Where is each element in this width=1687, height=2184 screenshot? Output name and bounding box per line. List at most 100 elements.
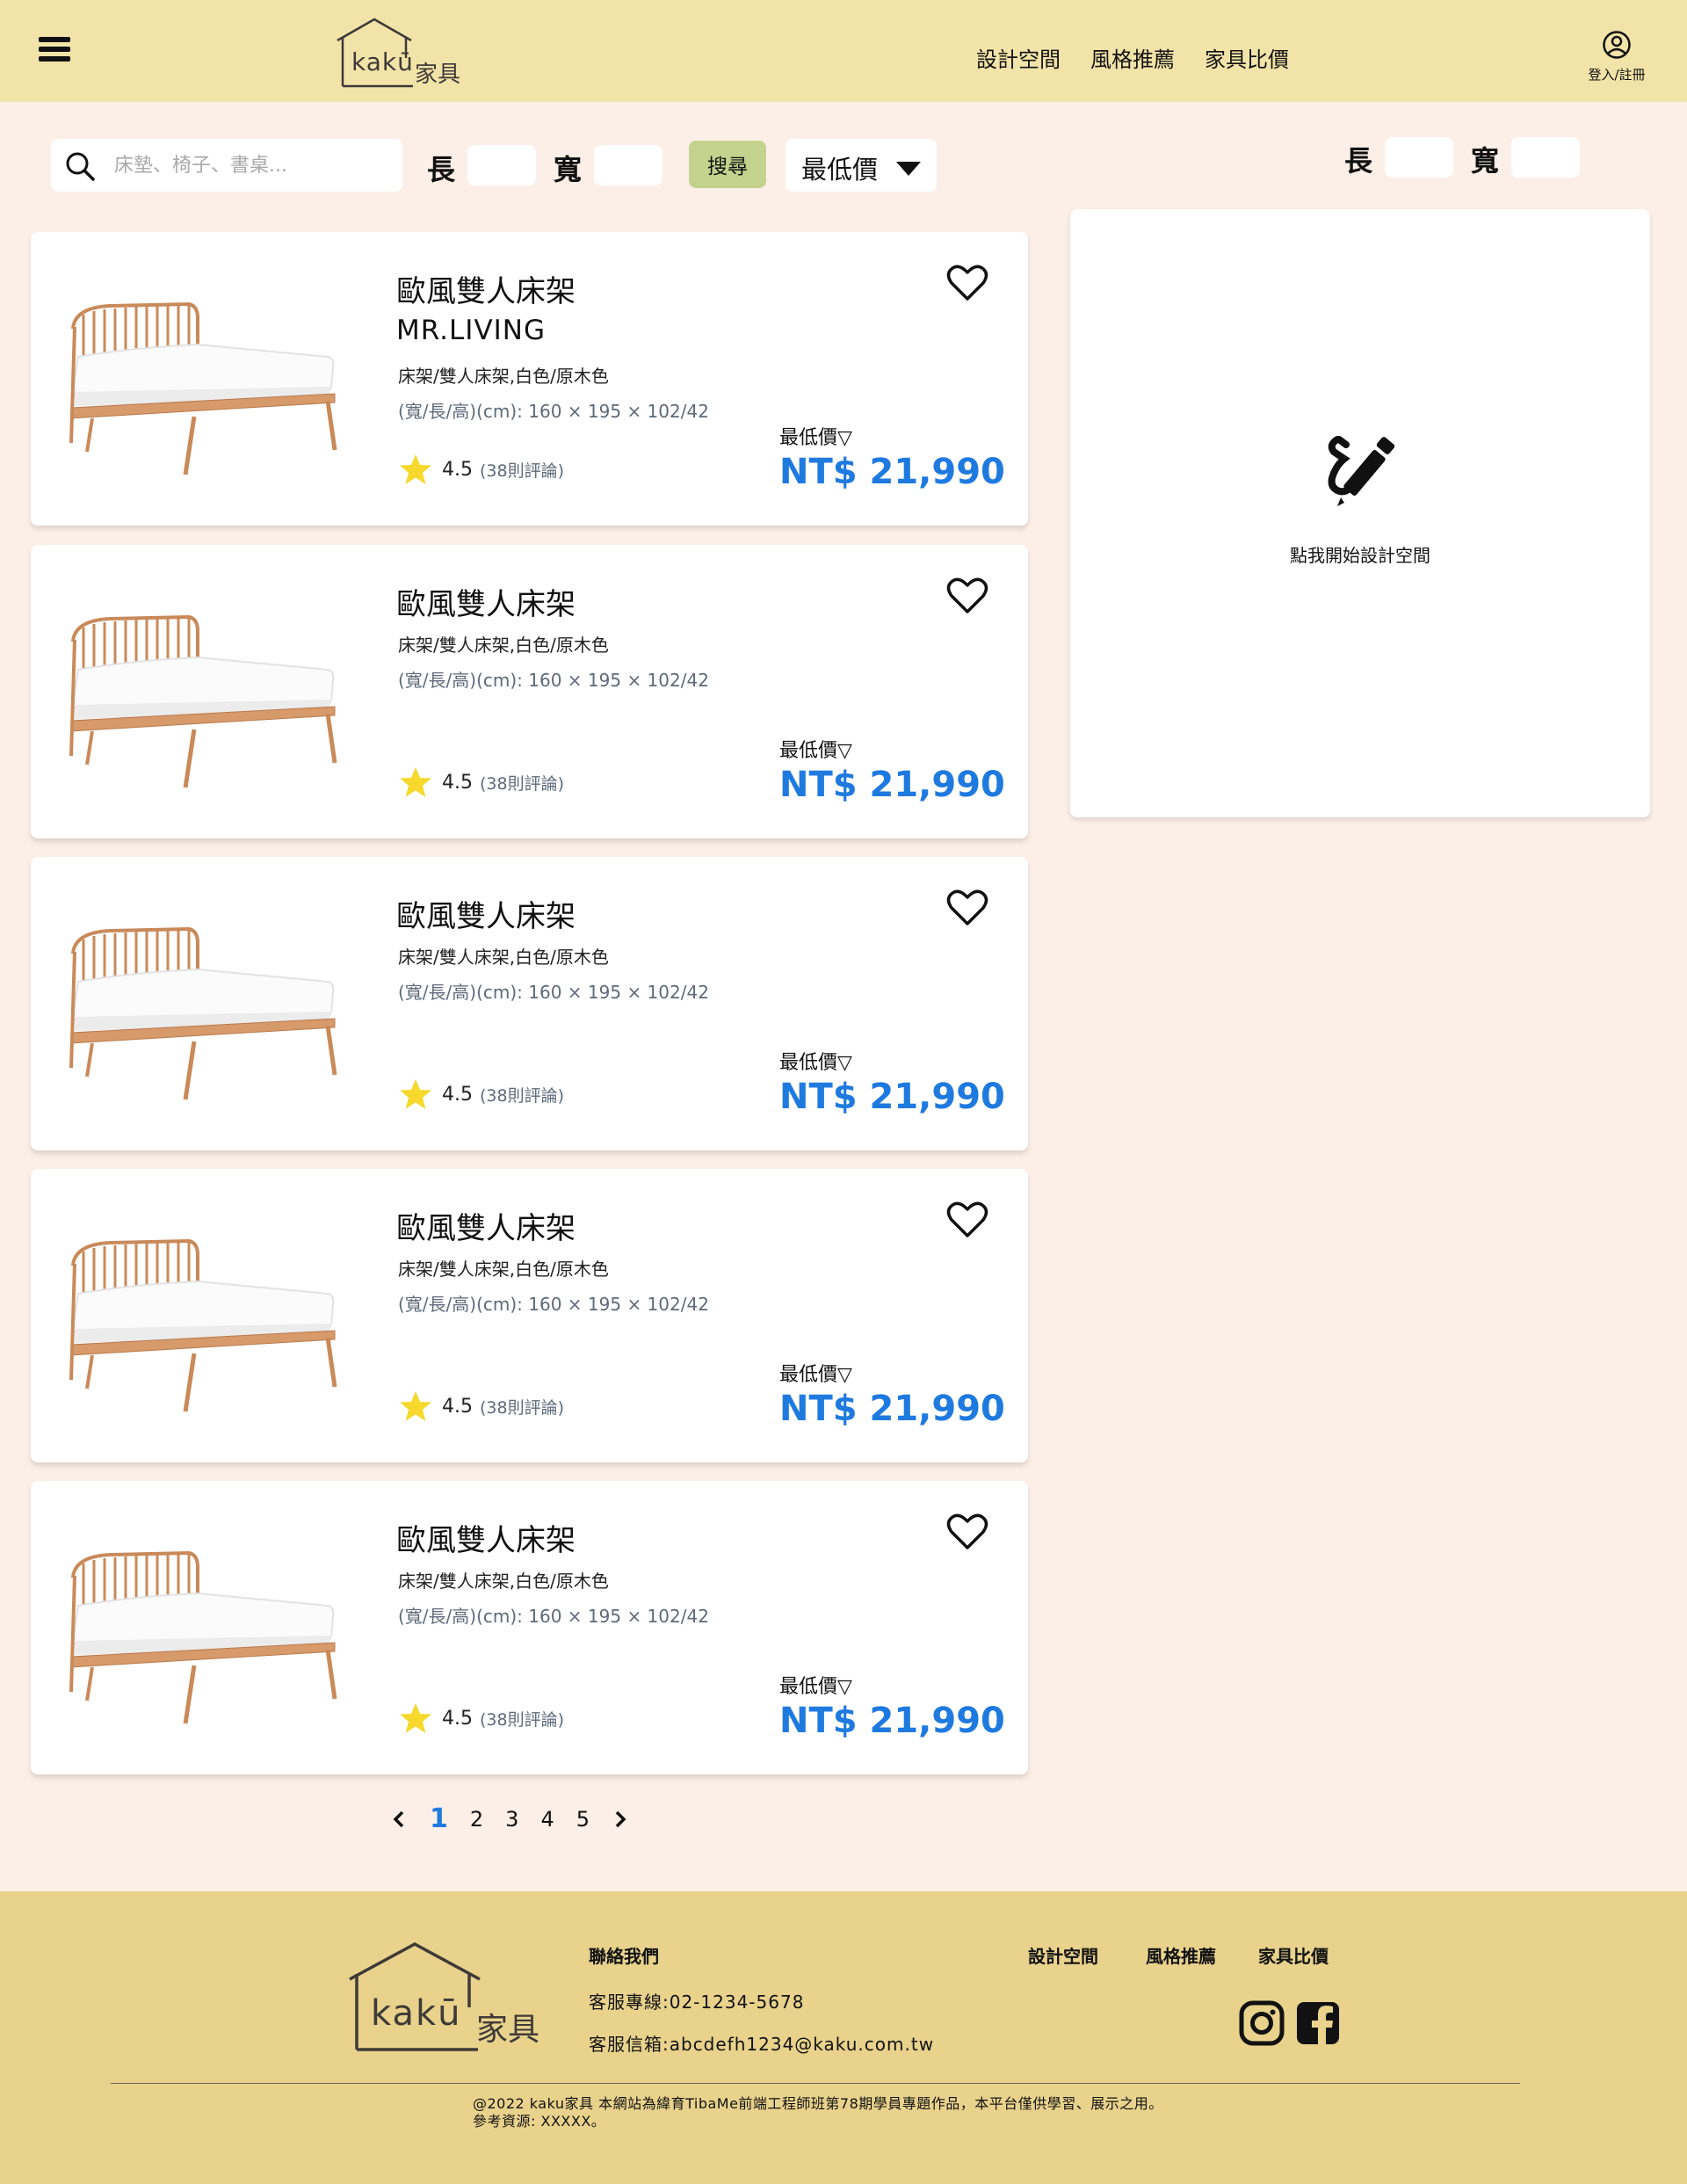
pencil-draw-icon xyxy=(1328,436,1395,506)
caret-down-icon xyxy=(896,162,921,176)
contact-phone: 客服專線:02-1234-5678 xyxy=(589,1992,805,2013)
heart-icon[interactable] xyxy=(946,577,988,615)
footer-nav-design-space[interactable]: 設計空間 xyxy=(1028,1942,1098,1968)
page-5[interactable]: 5 xyxy=(576,1807,590,1832)
search-input[interactable] xyxy=(114,149,387,181)
search-button[interactable]: 搜尋 xyxy=(689,141,766,188)
right-width-input[interactable] xyxy=(1511,137,1580,178)
design-space-panel[interactable]: 點我開始設計空間 xyxy=(1070,209,1650,817)
nav-price-compare[interactable]: 家具比價 xyxy=(1205,42,1289,73)
star-icon xyxy=(400,1703,431,1733)
sort-label: 最低價 xyxy=(801,155,879,185)
product-card[interactable]: 歐風雙人床架 床架/雙人床架,白色/原木色 (寬/長/高)(cm): 160 ×… xyxy=(31,1169,1028,1462)
product-dimensions: (寬/長/高)(cm): 160 × 195 × 102/42 xyxy=(398,1294,709,1315)
site-logo[interactable]: kakū 家具 xyxy=(332,18,464,90)
star-icon xyxy=(400,1079,431,1109)
product-brand: MR.LIVING xyxy=(396,315,547,346)
user-icon xyxy=(1603,31,1631,59)
product-category: 床架/雙人床架,白色/原木色 xyxy=(398,1259,609,1280)
product-dimensions: (寬/長/高)(cm): 160 × 195 × 102/42 xyxy=(398,1606,709,1627)
bed-image xyxy=(69,927,337,1100)
price-label: 最低價▽ xyxy=(779,740,852,762)
heart-icon[interactable] xyxy=(946,264,988,302)
page-2[interactable]: 2 xyxy=(470,1807,483,1832)
right-width-label: 寬 xyxy=(1471,144,1500,178)
logo-subtext: 家具 xyxy=(415,62,461,88)
product-category: 床架/雙人床架,白色/原木色 xyxy=(398,1571,609,1592)
nav-design-space[interactable]: 設計空間 xyxy=(976,42,1061,73)
review-count[interactable]: (38則評論) xyxy=(480,1395,564,1419)
product-price: NT$ 21,990 xyxy=(779,1389,1005,1429)
copyright-line-1: @2022 kaku家具 本網站為緯育TibaMe前端工程師班第78期學員專題作… xyxy=(473,2095,1163,2112)
product-category: 床架/雙人床架,白色/原木色 xyxy=(398,366,609,387)
review-count[interactable]: (38則評論) xyxy=(480,1083,564,1107)
product-card[interactable]: 歐風雙人床架 床架/雙人床架,白色/原木色 (寬/長/高)(cm): 160 ×… xyxy=(31,857,1028,1150)
length-input[interactable] xyxy=(467,145,536,185)
price-label: 最低價▽ xyxy=(779,1364,852,1386)
sort-select[interactable]: 最低價 xyxy=(786,139,937,192)
search-icon[interactable] xyxy=(63,149,97,183)
design-start-text: 點我開始設計空間 xyxy=(1290,545,1430,566)
review-count[interactable]: (38則評論) xyxy=(480,458,564,482)
logo-text: kakū xyxy=(351,47,414,76)
bed-image xyxy=(69,302,337,475)
product-name[interactable]: 歐風雙人床架 xyxy=(396,1204,576,1247)
rating-score: 4.5 xyxy=(442,1395,473,1418)
review-count[interactable]: (38則評論) xyxy=(480,1707,564,1731)
product-price: NT$ 21,990 xyxy=(779,452,1005,492)
product-card[interactable]: 歐風雙人床架 床架/雙人床架,白色/原木色 (寬/長/高)(cm): 160 ×… xyxy=(31,1481,1028,1774)
product-name[interactable]: 歐風雙人床架 xyxy=(396,580,576,623)
footer-nav-style-recommend[interactable]: 風格推薦 xyxy=(1146,1942,1216,1968)
bed-image xyxy=(69,1239,337,1412)
product-name[interactable]: 歐風雙人床架 xyxy=(396,267,576,310)
product-rating: 4.5 (38則評論) xyxy=(398,1389,564,1424)
menu-icon[interactable] xyxy=(39,37,70,67)
copyright: @2022 kaku家具 本網站為緯育TibaMe前端工程師班第78期學員專題作… xyxy=(473,2095,1163,2130)
width-input[interactable] xyxy=(594,145,662,185)
star-icon xyxy=(400,1391,431,1421)
rating-score: 4.5 xyxy=(442,1707,473,1730)
heart-icon[interactable] xyxy=(946,1513,988,1551)
rating-score: 4.5 xyxy=(442,458,473,481)
footer-divider xyxy=(111,2083,1520,2084)
price-label: 最低價▽ xyxy=(779,1676,852,1698)
rating-score: 4.5 xyxy=(442,1083,473,1106)
heart-icon[interactable] xyxy=(946,889,988,927)
product-rating: 4.5 (38則評論) xyxy=(398,1701,564,1736)
page-4[interactable]: 4 xyxy=(540,1807,554,1832)
product-dimensions: (寬/長/高)(cm): 160 × 195 × 102/42 xyxy=(398,670,709,691)
user-label: 登入/註冊 xyxy=(1588,67,1646,83)
bed-image xyxy=(69,615,337,788)
width-label: 寬 xyxy=(554,153,583,186)
login-register[interactable]: 登入/註冊 xyxy=(1582,30,1652,83)
star-icon xyxy=(400,454,431,484)
heart-icon[interactable] xyxy=(946,1201,988,1239)
nav-style-recommend[interactable]: 風格推薦 xyxy=(1090,42,1175,73)
chevron-left-icon[interactable] xyxy=(390,1809,408,1830)
product-dimensions: (寬/長/高)(cm): 160 × 195 × 102/42 xyxy=(398,401,709,422)
right-length-input[interactable] xyxy=(1385,137,1453,178)
footer-logo-subtext: 家具 xyxy=(476,2012,540,2048)
page-3[interactable]: 3 xyxy=(505,1807,518,1832)
star-icon xyxy=(400,767,431,797)
product-name[interactable]: 歐風雙人床架 xyxy=(396,1516,576,1559)
product-name[interactable]: 歐風雙人床架 xyxy=(396,892,576,935)
price-label: 最低價▽ xyxy=(779,1052,852,1074)
product-price: NT$ 21,990 xyxy=(779,1077,1005,1117)
chevron-right-icon[interactable] xyxy=(612,1809,629,1830)
product-card[interactable]: 歐風雙人床架 MR.LIVING 床架/雙人床架,白色/原木色 (寬/長/高)(… xyxy=(31,232,1028,526)
product-price: NT$ 21,990 xyxy=(779,1701,1005,1741)
facebook-icon[interactable] xyxy=(1295,2000,1341,2046)
footer-logo[interactable]: kakū 家具 xyxy=(346,1942,557,2057)
product-card[interactable]: 歐風雙人床架 床架/雙人床架,白色/原木色 (寬/長/高)(cm): 160 ×… xyxy=(31,545,1028,838)
site-footer: kakū 家具 聯絡我們 客服專線:02-1234-5678 客服信箱:abcd… xyxy=(0,1891,1687,2184)
product-rating: 4.5 (38則評論) xyxy=(398,452,564,487)
rating-score: 4.5 xyxy=(442,771,473,794)
review-count[interactable]: (38則評論) xyxy=(480,771,564,795)
search-box xyxy=(51,139,402,192)
footer-nav-price-compare[interactable]: 家具比價 xyxy=(1258,1942,1329,1968)
right-length-label: 長 xyxy=(1344,144,1373,178)
instagram-icon[interactable] xyxy=(1239,2000,1285,2046)
page-1[interactable]: 1 xyxy=(430,1803,448,1834)
contact-email[interactable]: 客服信箱:abcdefh1234@kaku.com.tw xyxy=(589,2030,934,2056)
